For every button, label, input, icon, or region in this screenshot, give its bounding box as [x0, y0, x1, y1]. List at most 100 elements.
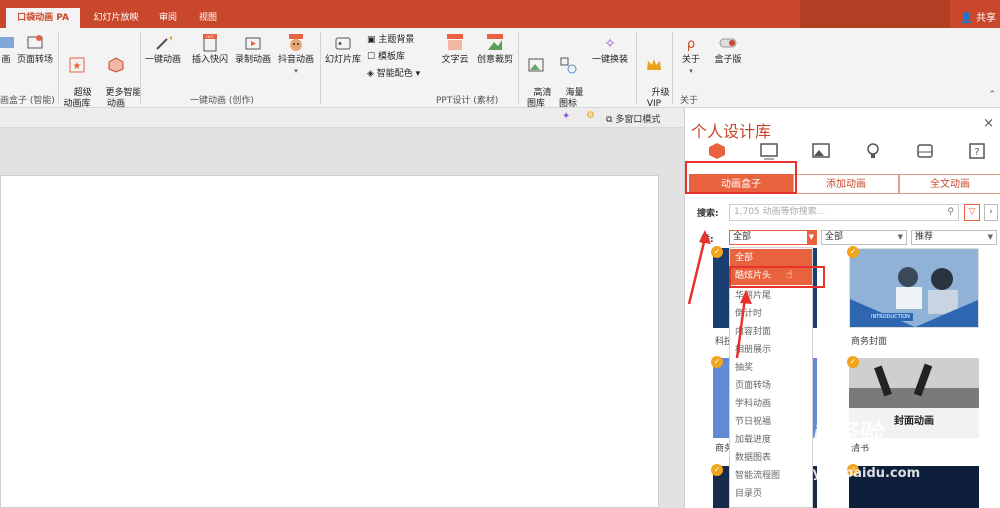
sort-select[interactable]: 推荐 ▼ — [911, 230, 997, 245]
search-icon[interactable]: ⚲ — [947, 205, 954, 220]
group-separator — [320, 32, 321, 104]
window-icon: ⧉ — [606, 115, 613, 125]
sub-toolbar: ✦ ⚙ ⧉ 多窗口模式 — [0, 108, 684, 128]
panel-title: 个人设计库 — [691, 122, 772, 141]
ribbon-btn-partial[interactable]: 画 — [0, 34, 14, 66]
transition-icon — [27, 35, 43, 49]
palette-icon: ◈ — [367, 69, 374, 79]
drive-icon[interactable] — [915, 141, 935, 161]
page-transition-button[interactable]: 页面转场 — [14, 34, 56, 66]
lightbulb-icon[interactable] — [863, 141, 883, 161]
chevron-right-icon[interactable]: › — [984, 204, 998, 221]
svg-text:★: ★ — [73, 61, 82, 72]
dropdown-item[interactable]: 抽奖 — [730, 359, 812, 377]
category-select[interactable]: 全部 ▼ — [729, 230, 817, 245]
group-separator — [672, 32, 673, 104]
help-icon[interactable]: ? — [967, 141, 987, 161]
tiktok-animation-button[interactable]: 抖音动画 ▾ — [274, 34, 318, 77]
group-separator — [636, 32, 637, 104]
record-animation-button[interactable]: 录制动画 — [232, 34, 274, 66]
search-input[interactable]: 1,705 动画等你搜索... ⚲ — [729, 204, 959, 221]
svg-text:HOT: HOT — [206, 35, 214, 39]
chevron-down-icon: ▼ — [806, 231, 816, 244]
svg-text:ρ: ρ — [687, 37, 695, 52]
tab-review[interactable]: 审阅 — [150, 8, 186, 28]
slide-icon[interactable] — [759, 141, 779, 161]
crop-image-icon — [487, 34, 503, 50]
check-badge-icon: ✓ — [711, 356, 723, 368]
dropdown-item[interactable]: 数据图表 — [730, 449, 812, 467]
watermark-logo: Bai 经验 — [775, 420, 883, 450]
theme-background-button[interactable]: ▣ 主题背景 — [367, 34, 414, 46]
insert-flash-button[interactable]: HOT 插入快闪 — [188, 34, 232, 66]
tab-view[interactable]: 视图 — [190, 8, 226, 28]
template-library-button[interactable]: ☐ 模板库 — [367, 51, 405, 63]
box-icon[interactable] — [707, 141, 727, 161]
share-button[interactable]: 👤 共享 — [960, 9, 996, 24]
user-icon: 👤 — [960, 13, 973, 24]
slide-canvas[interactable] — [0, 175, 659, 508]
group-separator — [140, 32, 141, 104]
dropdown-item[interactable]: 页面转场 — [730, 377, 812, 395]
tab-full-animation[interactable]: 全文动画 — [899, 174, 1000, 194]
tab-add-animation[interactable]: 添加动画 — [793, 174, 899, 194]
dropdown-item[interactable]: 目录页 — [730, 485, 812, 503]
svg-text:✧: ✧ — [604, 36, 616, 52]
chevron-down-icon: ▼ — [897, 233, 903, 241]
toggle-icon — [719, 38, 737, 48]
logo-icon: ρ — [687, 37, 695, 52]
sparkle-icon: ✧ — [604, 36, 616, 52]
one-click-animation-button[interactable]: ✦ 一键动画 — [142, 34, 184, 66]
settings-gear-icon[interactable]: ⚙ — [586, 110, 595, 121]
sky-hands-image — [849, 358, 979, 408]
dropdown-item[interactable]: 学科动画 — [730, 395, 812, 413]
svg-text:?: ? — [974, 147, 979, 158]
multi-window-button[interactable]: ⧉ 多窗口模式 — [606, 112, 660, 125]
collapse-ribbon-icon[interactable]: ⌃ — [988, 90, 996, 100]
group-label-about: 关于 — [680, 96, 699, 106]
highlight-box-tab — [685, 161, 797, 194]
image-icon[interactable] — [811, 141, 831, 161]
annotation-arrow-icon — [687, 230, 711, 305]
shapes-icon — [560, 57, 577, 74]
ribbon: 画 页面转场 ★ 超级 动画库 更多智能 动画 ✦ 一键动画 HOT 插入快闪 … — [0, 28, 1000, 109]
group-label-animation: 一键动画 (创作) — [190, 96, 254, 106]
close-icon[interactable]: × — [983, 116, 994, 131]
flash-doc-icon: HOT — [203, 34, 217, 52]
dropdown-item-all[interactable]: 全部 — [730, 249, 812, 267]
filter-icon[interactable]: ▽ — [964, 204, 980, 221]
thumbnail-heading: INTRODUCTION — [868, 313, 913, 321]
monkey-face-icon — [289, 34, 303, 51]
tab-slideshow[interactable]: 幻灯片放映 — [86, 8, 146, 28]
search-label: 搜索: — [697, 209, 719, 219]
picture-icon — [528, 58, 544, 72]
box-edition-toggle[interactable]: 盒子版 — [708, 34, 748, 66]
svg-text:✦: ✦ — [168, 34, 172, 43]
chevron-down-icon: ▾ — [689, 67, 693, 75]
type-select[interactable]: 全部 ▼ — [821, 230, 907, 245]
creative-crop-button[interactable]: 创意裁剪 — [474, 34, 516, 66]
crown-icon — [647, 59, 661, 70]
chevron-down-icon: ▼ — [987, 233, 993, 241]
background-icon: ▣ — [367, 35, 376, 45]
one-click-dressup-button[interactable]: ✧ 一键换装 — [588, 34, 632, 66]
check-badge-icon: ✓ — [847, 246, 859, 258]
annotation-arrow-icon — [735, 290, 752, 359]
chevron-down-icon: ▾ — [294, 67, 298, 75]
sparkle-tool-icon[interactable]: ✦ — [562, 111, 570, 122]
slide-library-button[interactable]: 幻灯片库 — [322, 34, 364, 66]
cube-icon — [108, 57, 124, 73]
about-button[interactable]: ρ 关于 ▾ — [676, 34, 706, 77]
checkbox-icon: ☐ — [367, 52, 376, 62]
check-badge-icon: ✓ — [847, 356, 859, 368]
smart-color-button[interactable]: ◈ 智能配色 ▾ — [367, 68, 420, 80]
thumbnail-business-cover[interactable]: INTRODUCTION — [849, 248, 979, 328]
watermark-url: jingyan.baidu.com — [785, 466, 921, 481]
magic-wand-icon: ✦ — [156, 34, 172, 50]
check-badge-icon: ✓ — [711, 464, 723, 476]
tab-koudai[interactable]: 口袋动画 PA — [6, 8, 80, 28]
group-label-ppt-design: PPT设计 (素材) — [436, 96, 499, 106]
design-library-panel: 个人设计库 × ? 动画盒子 添加动画 全文动画 搜索: 1,705 动画等你搜… — [684, 108, 1000, 508]
word-cloud-button[interactable]: 文字云 — [436, 34, 474, 66]
star-box-icon: ★ — [69, 57, 85, 73]
